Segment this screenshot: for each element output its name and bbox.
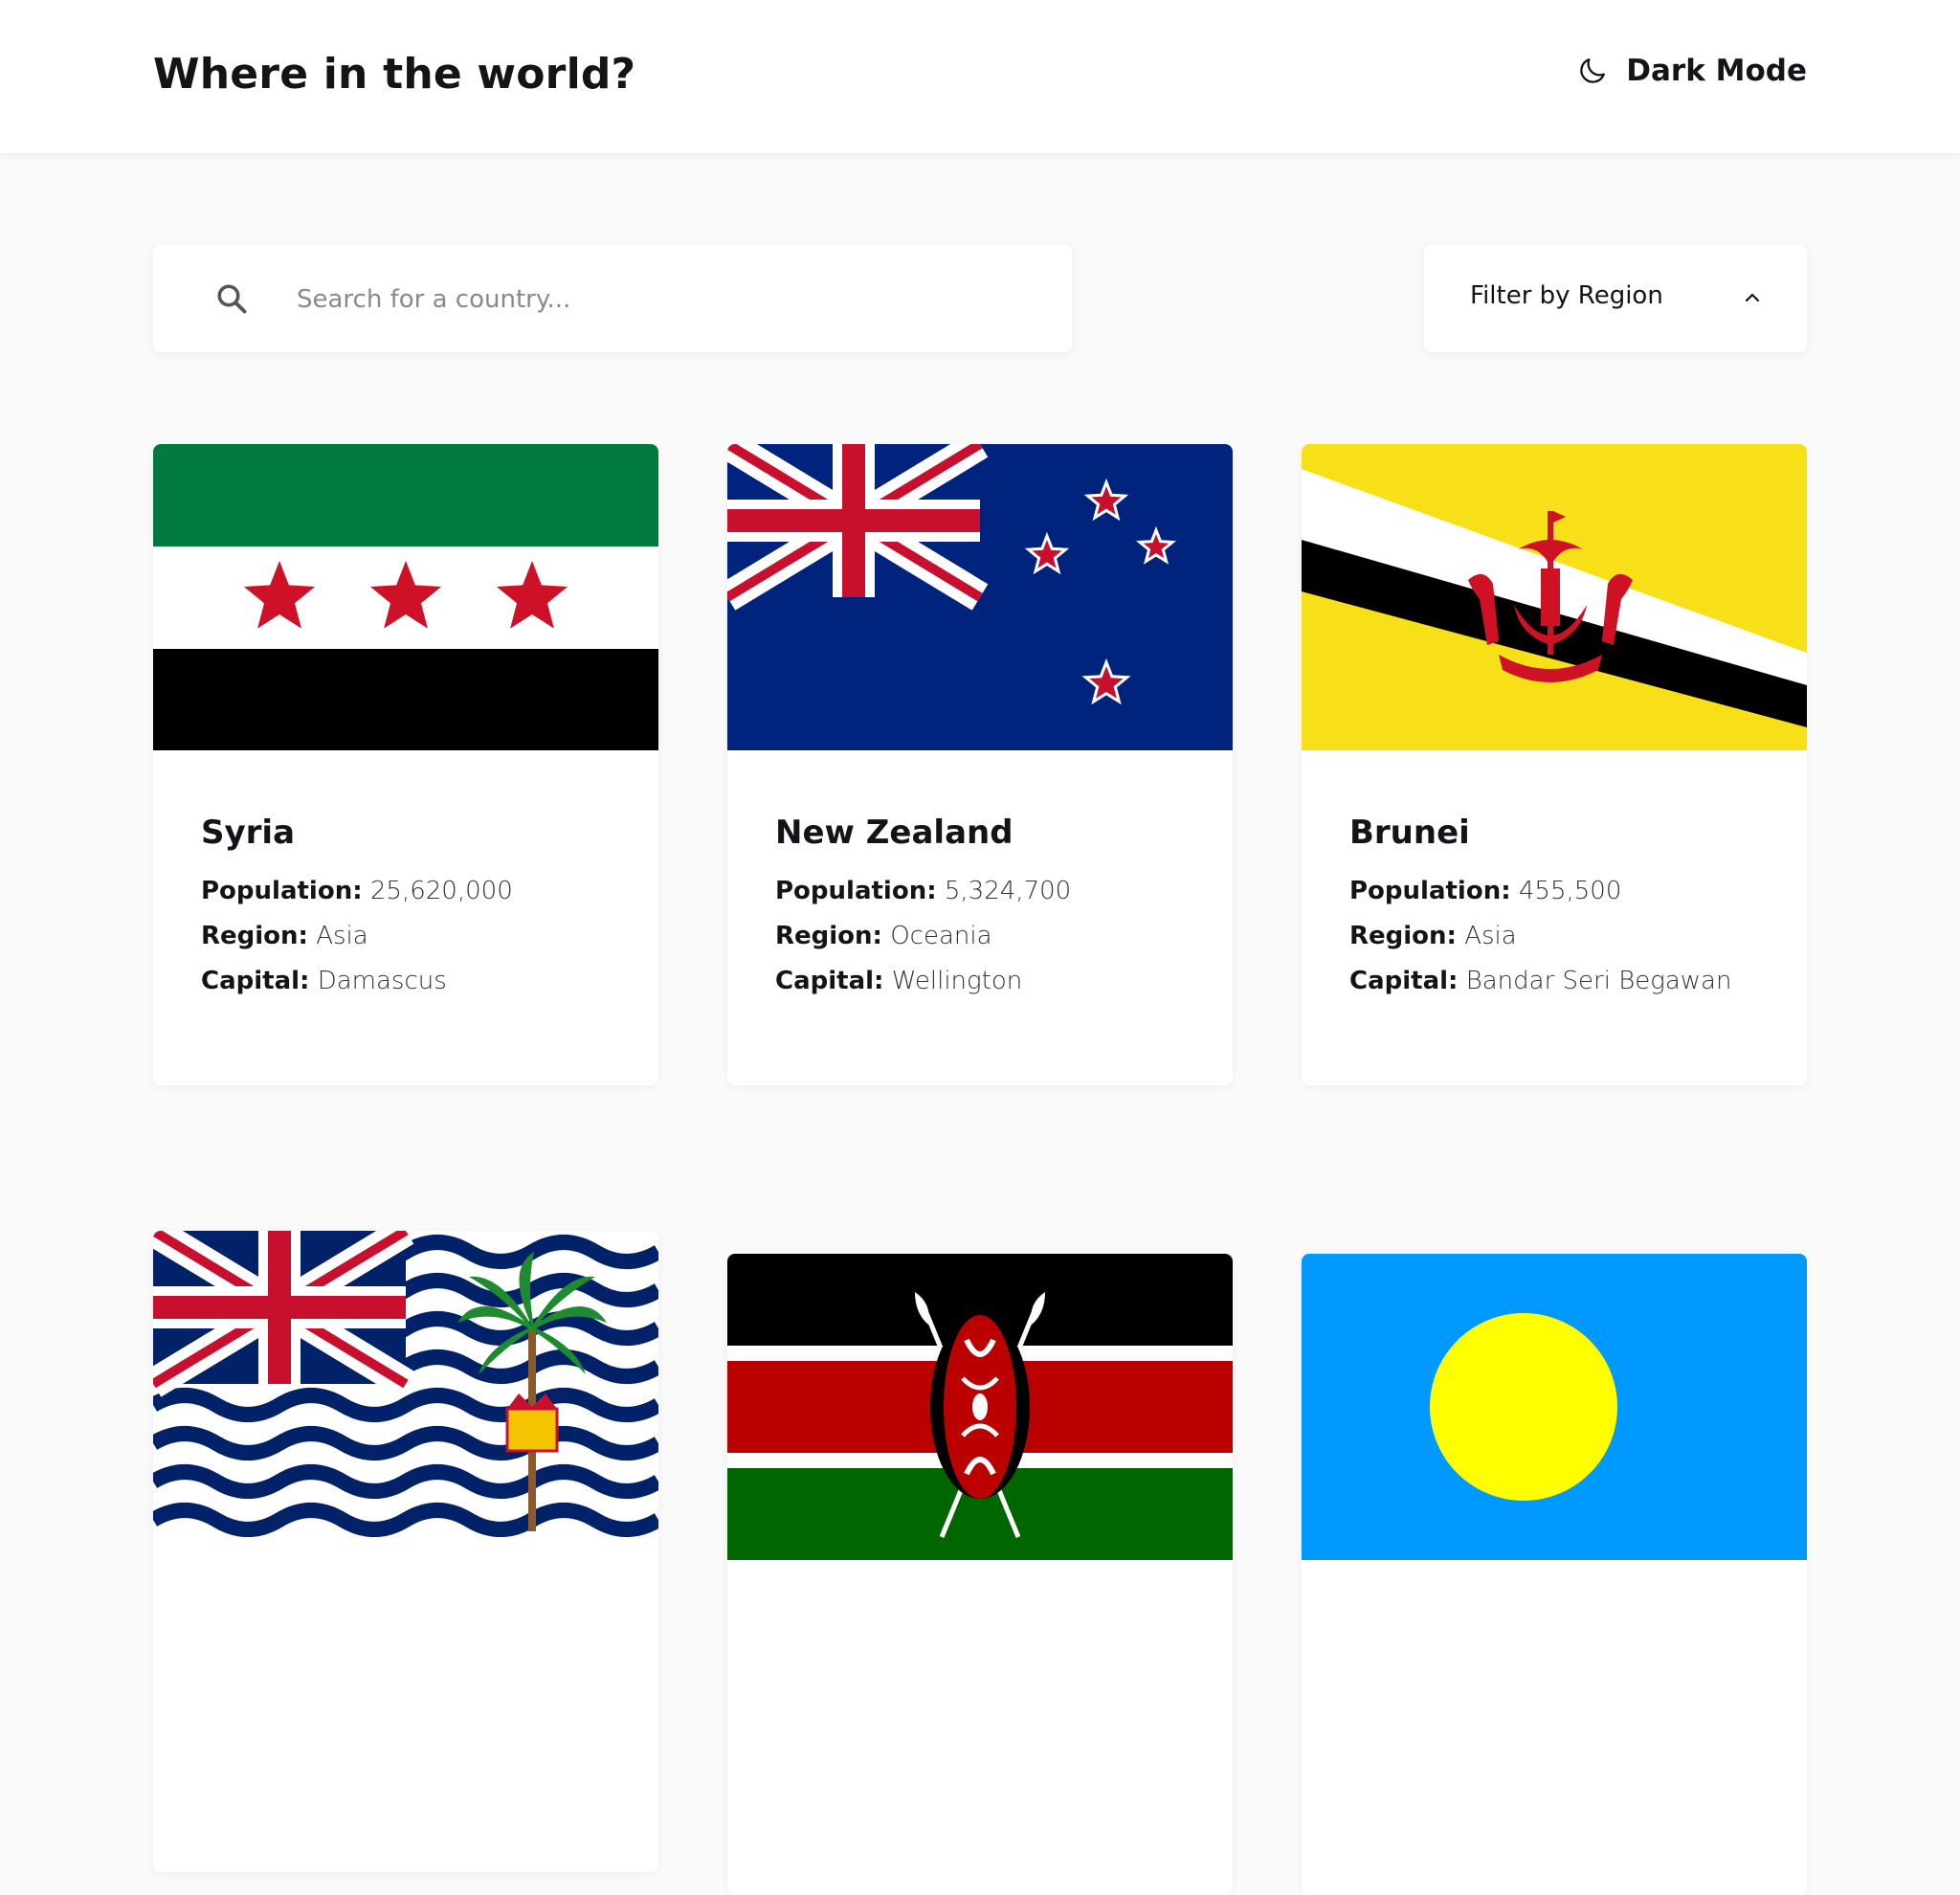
- country-name: New Zealand: [775, 814, 1013, 852]
- country-card-brunei[interactable]: Brunei Population: 455,500 Region: Asia …: [1302, 444, 1807, 1085]
- region-row: Region: Asia: [201, 922, 368, 950]
- region-value: Asia: [1464, 922, 1517, 950]
- region-value: Asia: [316, 922, 368, 950]
- search-input[interactable]: [295, 245, 1045, 354]
- country-card-british-indian-ocean-territory[interactable]: [153, 1231, 658, 1872]
- population-row: Population: 455,500: [1349, 877, 1622, 905]
- region-row: Region: Oceania: [775, 922, 992, 950]
- flag-new-zealand: [727, 444, 1233, 750]
- capital-value: Bandar Seri Begawan: [1465, 967, 1732, 995]
- population-value: 455,500: [1518, 877, 1622, 905]
- search-box: [153, 245, 1072, 354]
- dark-mode-toggle[interactable]: Dark Mode: [1576, 54, 1807, 88]
- population-value: 5,324,700: [944, 877, 1072, 905]
- flag-syria: [153, 444, 658, 750]
- region-row: Region: Asia: [1349, 922, 1517, 950]
- country-card-kenya[interactable]: [727, 1254, 1233, 1895]
- population-row: Population: 25,620,000: [201, 877, 513, 905]
- search-icon: [217, 284, 247, 314]
- country-name: Brunei: [1349, 814, 1470, 852]
- population-value: 25,620,000: [369, 877, 513, 905]
- flag-british-indian-ocean-territory: [153, 1231, 658, 1537]
- capital-value: Damascus: [317, 967, 447, 995]
- country-card-new-zealand[interactable]: New Zealand Population: 5,324,700 Region…: [727, 444, 1233, 1085]
- capital-row: Capital: Wellington: [775, 967, 1023, 995]
- moon-icon: [1580, 58, 1606, 83]
- app-header: Where in the world? Dark Mode: [0, 0, 1960, 153]
- capital-value: Wellington: [891, 967, 1023, 995]
- region-filter-label: Filter by Region: [1470, 281, 1663, 310]
- region-value: Oceania: [890, 922, 992, 950]
- flag-kenya: [727, 1254, 1233, 1560]
- country-card-palau[interactable]: [1302, 1254, 1807, 1895]
- capital-row: Capital: Bandar Seri Begawan: [1349, 967, 1732, 995]
- chevron-up-icon: [1745, 293, 1760, 302]
- page-title: Where in the world?: [153, 50, 636, 99]
- country-name: Syria: [201, 814, 296, 852]
- dark-mode-label: Dark Mode: [1626, 54, 1807, 88]
- country-card-syria[interactable]: Syria Population: 25,620,000 Region: Asi…: [153, 444, 658, 1085]
- flag-palau: [1302, 1254, 1807, 1560]
- region-filter-dropdown[interactable]: Filter by Region: [1424, 245, 1807, 352]
- capital-row: Capital: Damascus: [201, 967, 447, 995]
- flag-brunei: [1302, 444, 1807, 750]
- population-row: Population: 5,324,700: [775, 877, 1072, 905]
